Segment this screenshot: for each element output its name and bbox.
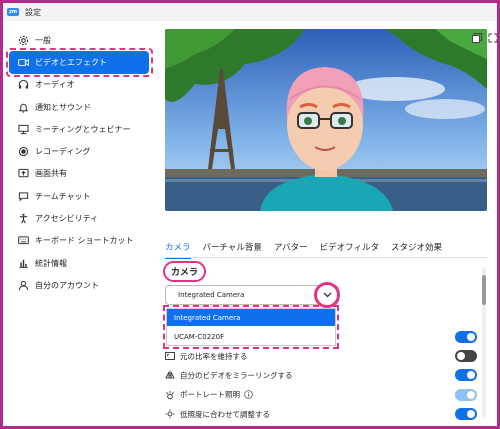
camera-heading: カメラ	[163, 261, 207, 282]
portrait-light-toggle[interactable]	[455, 388, 477, 401]
sidebar-item-label: チームチャット	[35, 191, 91, 201]
keyboard-icon	[17, 235, 29, 247]
title-bar: zm 設定	[3, 3, 497, 21]
window-title: 設定	[25, 7, 41, 17]
presentation-icon	[17, 123, 29, 135]
setting-row-mirror: 自分のビデオをミラーリングする	[165, 366, 477, 385]
sidebar-item-keyboard-shortcuts[interactable]: キーボード ショートカット	[9, 230, 149, 252]
portrait-light-icon	[165, 390, 175, 400]
sidebar-item-label: 画面共有	[35, 169, 67, 179]
video-camera-icon	[17, 56, 29, 68]
sidebar-item-statistics[interactable]: 統計情報	[9, 252, 149, 274]
screen-share-icon	[17, 168, 29, 180]
mirror-icon	[165, 370, 175, 380]
bar-chart-icon	[17, 257, 29, 269]
settings-scrollbar[interactable]	[482, 267, 486, 417]
sidebar-item-label: 統計情報	[35, 258, 67, 268]
expand-icon[interactable]	[488, 33, 498, 43]
sidebar-item-label: レコーディング	[35, 147, 91, 157]
gear-icon	[17, 34, 29, 46]
sidebar-item-label: ビデオとエフェクト	[35, 57, 107, 67]
chat-bubble-icon	[17, 190, 29, 202]
sidebar-item-label: 自分のアカウント	[35, 280, 99, 290]
bell-icon	[17, 101, 29, 113]
sidebar-item-meetings-webinars[interactable]: ミーティングとウェビナー	[9, 118, 149, 140]
chevron-down-icon[interactable]	[314, 282, 340, 308]
scrollbar-thumb[interactable]	[482, 275, 486, 305]
video-preview	[165, 29, 487, 211]
sidebar-item-label: アクセシビリティ	[35, 214, 99, 224]
sidebar-item-video-effects[interactable]: ビデオとエフェクト	[6, 48, 153, 77]
sidebar-item-label: 通知とサウンド	[35, 102, 91, 112]
setting-row-keep-ratio: 元の比率を維持する	[165, 346, 477, 365]
sidebar-item-team-chat[interactable]: チームチャット	[9, 185, 149, 207]
zoom-app-icon: zm	[7, 8, 19, 16]
settings-window: zm 設定 一般 ビデオとエフェクト オーディオ 通知とサウンド ミーティングと…	[0, 0, 500, 429]
info-icon[interactable]	[244, 390, 253, 400]
camera-dropdown-list: Integrated Camera UCAM-C0220F	[163, 305, 339, 349]
camera-option-ucam[interactable]: UCAM-C0220F	[167, 328, 335, 345]
sidebar-item-accessibility[interactable]: アクセシビリティ	[9, 207, 149, 229]
sidebar: 一般 ビデオとエフェクト オーディオ 通知とサウンド ミーティングとウェビナー …	[6, 29, 153, 297]
record-icon	[17, 146, 29, 158]
setting-label: 元の比率を維持する	[180, 351, 248, 361]
sidebar-item-label: 一般	[35, 35, 51, 45]
sidebar-item-label: オーディオ	[35, 80, 75, 90]
keep-ratio-toggle[interactable]	[455, 350, 477, 363]
setting-row-low-light: 低照度に合わせて調整する	[165, 405, 477, 424]
mirror-toggle[interactable]	[455, 369, 477, 382]
copy-icon[interactable]	[472, 33, 482, 43]
camera-select-value: Integrated Camera	[178, 291, 245, 299]
setting-label: 自分のビデオをミラーリングする	[180, 370, 293, 380]
user-icon	[17, 279, 29, 291]
tab-divider	[165, 257, 487, 258]
aspect-ratio-icon	[165, 351, 175, 361]
sidebar-item-label: キーボード ショートカット	[35, 236, 134, 246]
sidebar-item-notifications[interactable]: 通知とサウンド	[9, 96, 149, 118]
low-light-icon	[165, 409, 175, 419]
sidebar-item-label: ミーティングとウェビナー	[35, 124, 131, 134]
setting-row-portrait-light: ポートレート照明	[165, 385, 477, 404]
sidebar-item-audio[interactable]: オーディオ	[9, 74, 149, 96]
setting-toggle-0[interactable]	[455, 330, 477, 343]
sidebar-item-my-account[interactable]: 自分のアカウント	[9, 274, 149, 296]
accessibility-icon	[17, 213, 29, 225]
camera-select[interactable]: Integrated Camera	[165, 285, 339, 305]
headphones-icon	[17, 79, 29, 91]
setting-label: 低照度に合わせて調整する	[180, 409, 270, 419]
preview-top-icons	[472, 33, 498, 43]
sidebar-item-screen-share[interactable]: 画面共有	[9, 163, 149, 185]
sidebar-item-recording[interactable]: レコーディング	[9, 140, 149, 162]
setting-label: ポートレート照明	[180, 390, 240, 400]
low-light-toggle[interactable]	[455, 408, 477, 421]
camera-option-integrated[interactable]: Integrated Camera	[167, 309, 335, 326]
